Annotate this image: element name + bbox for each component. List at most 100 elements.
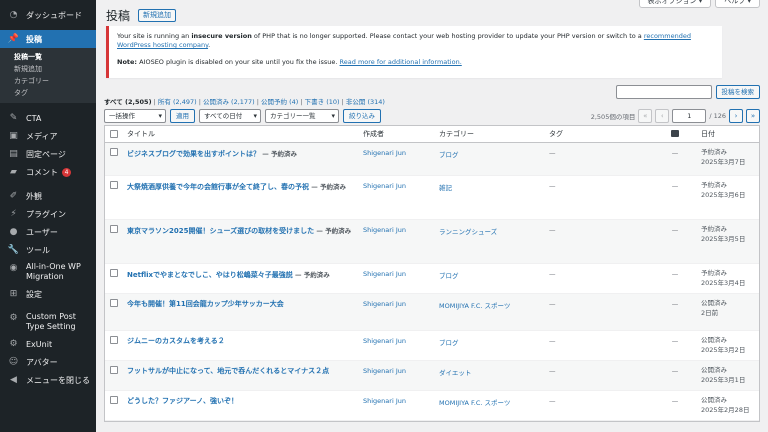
post-author[interactable]: Shigenari Jun: [361, 176, 437, 219]
post-author[interactable]: Shigenari Jun: [361, 361, 437, 390]
sidebar-item-users[interactable]: ● ユーザー: [0, 223, 96, 241]
notice-text: .: [208, 41, 211, 49]
column-title[interactable]: タイトル: [123, 129, 361, 139]
sidebar-item-label: ツール: [26, 245, 50, 255]
row-checkbox[interactable]: [110, 336, 118, 344]
post-title-link[interactable]: 大祭焼酒厚供養で今年の会館行事が全て終了し、春の予祝: [127, 183, 309, 191]
row-checkbox[interactable]: [110, 299, 118, 307]
row-checkbox[interactable]: [110, 148, 118, 156]
post-title-link[interactable]: ジムニーのカスタムを考える２: [127, 337, 225, 345]
view-mine[interactable]: 所有 (2,497): [158, 98, 197, 106]
sidebar-item-collapse[interactable]: ◀ メニューを閉じる: [0, 371, 96, 389]
sidebar-item-cta[interactable]: ✎ CTA: [0, 109, 96, 127]
sidebar-item-migration[interactable]: ◉ All-in-One WP Migration: [0, 259, 96, 285]
post-date-cell: 公開済み 2025年3月1日: [699, 361, 759, 390]
first-page-button[interactable]: «: [638, 109, 653, 123]
post-category[interactable]: 雑記: [437, 176, 547, 219]
table-row: 大祭焼酒厚供養で今年の会館行事が全て終了し、春の予祝 — 予約済み Shigen…: [105, 176, 759, 220]
category-filter-select[interactable]: カテゴリー一覧: [265, 109, 339, 123]
row-checkbox[interactable]: [110, 366, 118, 374]
plugin-icon: ⚡: [10, 209, 17, 219]
post-category[interactable]: ブログ: [437, 143, 547, 175]
migration-icon: ◉: [9, 262, 18, 273]
bulk-action-select[interactable]: 一括操作: [104, 109, 166, 123]
submenu-all-posts[interactable]: 投稿一覧: [0, 51, 96, 63]
media-icon: ▣: [9, 131, 18, 141]
next-page-button[interactable]: ›: [729, 109, 743, 123]
post-author[interactable]: Shigenari Jun: [361, 143, 437, 175]
view-private[interactable]: 非公開 (314): [346, 98, 385, 106]
post-author[interactable]: Shigenari Jun: [361, 220, 437, 263]
column-date[interactable]: 日付: [699, 129, 759, 139]
sidebar-item-pages[interactable]: ▤ 固定ページ: [0, 145, 96, 163]
view-drafts[interactable]: 下書き (10): [305, 98, 340, 106]
column-author: 作成者: [363, 130, 384, 138]
sidebar-item-exunit[interactable]: ⚙ ExUnit: [0, 335, 96, 353]
apply-button[interactable]: 適用: [170, 109, 195, 123]
sidebar-item-tools[interactable]: 🔧 ツール: [0, 241, 96, 259]
post-date-cell: 予約済み 2025年3月6日: [699, 176, 759, 219]
sidebar-item-custom-post-type[interactable]: ⚙ Custom Post Type Setting: [0, 309, 96, 335]
post-title-link[interactable]: フットサルが中止になって、地元で呑んだくれるとマイナス２点: [127, 367, 329, 375]
help-button[interactable]: ヘルプ ▾: [715, 0, 760, 8]
sidebar-item-avatar[interactable]: ☺ アバター: [0, 353, 96, 371]
sidebar-item-comments[interactable]: ▰ コメント 4: [0, 163, 96, 181]
current-page-input[interactable]: 1: [672, 109, 707, 123]
row-checkbox[interactable]: [110, 181, 118, 189]
view-published[interactable]: 公開済み (2,177): [203, 98, 255, 106]
column-comments[interactable]: [651, 129, 699, 139]
post-category[interactable]: MOMIJIYA F.C. スポーツ: [437, 294, 547, 330]
view-all[interactable]: すべて (2,505): [104, 98, 152, 106]
sidebar-item-label: 設定: [26, 289, 42, 299]
notice-text: Your site is running an: [117, 32, 192, 40]
submenu-categories[interactable]: カテゴリー: [0, 75, 96, 87]
sidebar-item-label: プラグイン: [26, 209, 66, 219]
post-tags: —: [549, 367, 556, 375]
post-author[interactable]: Shigenari Jun: [361, 264, 437, 293]
sidebar-item-posts[interactable]: 📌 投稿: [0, 30, 96, 48]
post-title-cell: Netflixでやまとなでしこ、やはり松嶋菜々子最強説 — 予約済み: [123, 264, 361, 293]
sidebar-item-dashboard[interactable]: ◔ ダッシュボード: [0, 6, 96, 24]
posts-submenu: 投稿一覧 新規追加 カテゴリー タグ: [0, 48, 96, 103]
view-scheduled[interactable]: 公開予約 (4): [261, 98, 298, 106]
select-all-checkbox[interactable]: [110, 130, 118, 138]
post-title-link[interactable]: 東京マラソン2025開催！シューズ選びの取材を受けました: [127, 227, 314, 235]
avatar-icon: ☺: [8, 357, 19, 367]
row-checkbox[interactable]: [110, 225, 118, 233]
search-input[interactable]: [615, 85, 712, 99]
post-state: — 予約済み: [260, 150, 298, 158]
post-category[interactable]: ブログ: [437, 331, 547, 360]
filter-button[interactable]: 絞り込み: [343, 109, 381, 123]
post-author[interactable]: Shigenari Jun: [361, 331, 437, 360]
search-button[interactable]: 投稿を検索: [715, 85, 760, 99]
post-category[interactable]: MOMIJIYA F.C. スポーツ: [437, 391, 547, 420]
read-more-link[interactable]: Read more for additional information.: [340, 58, 462, 66]
post-title-link[interactable]: どうした？ファジアーノ、強いぞ！: [127, 397, 238, 405]
sidebar-item-media[interactable]: ▣ メディア: [0, 127, 96, 145]
post-title-link[interactable]: ビジネスブログで効果を出すポイントは？: [127, 150, 260, 158]
sidebar-item-plugins[interactable]: ⚡ プラグイン: [0, 205, 96, 223]
screen-options-button[interactable]: 表示オプション ▾: [638, 0, 712, 8]
post-category[interactable]: ランニングシューズ: [437, 220, 547, 263]
post-author[interactable]: Shigenari Jun: [361, 391, 437, 420]
post-category[interactable]: ダイエット: [437, 361, 547, 390]
add-new-button[interactable]: 新規追加: [138, 9, 176, 22]
row-checkbox[interactable]: [110, 269, 118, 277]
table-row: 今年も開催！第11回会龍カップ少年サッカー大会 Shigenari Jun MO…: [105, 294, 759, 331]
post-category[interactable]: ブログ: [437, 264, 547, 293]
post-title-link[interactable]: Netflixでやまとなでしこ、やはり松嶋菜々子最強説: [127, 271, 293, 279]
post-author[interactable]: Shigenari Jun: [361, 294, 437, 330]
page-icon: ▤: [9, 149, 18, 159]
row-checkbox-cell: [105, 294, 123, 330]
post-title-link[interactable]: 今年も開催！第11回会龍カップ少年サッカー大会: [127, 300, 284, 308]
sidebar-item-appearance[interactable]: ✐ 外観: [0, 187, 96, 205]
submenu-tags[interactable]: タグ: [0, 87, 96, 99]
collapse-icon: ◀: [10, 375, 17, 385]
row-checkbox[interactable]: [110, 396, 118, 404]
last-page-button[interactable]: »: [746, 109, 760, 123]
date-filter-select[interactable]: すべての日付: [199, 109, 261, 123]
prev-page-button[interactable]: ‹: [655, 109, 670, 123]
sidebar-item-settings[interactable]: ⊞ 設定: [0, 285, 96, 303]
submenu-add-new[interactable]: 新規追加: [0, 63, 96, 75]
sidebar-item-label: 固定ページ: [26, 149, 66, 159]
